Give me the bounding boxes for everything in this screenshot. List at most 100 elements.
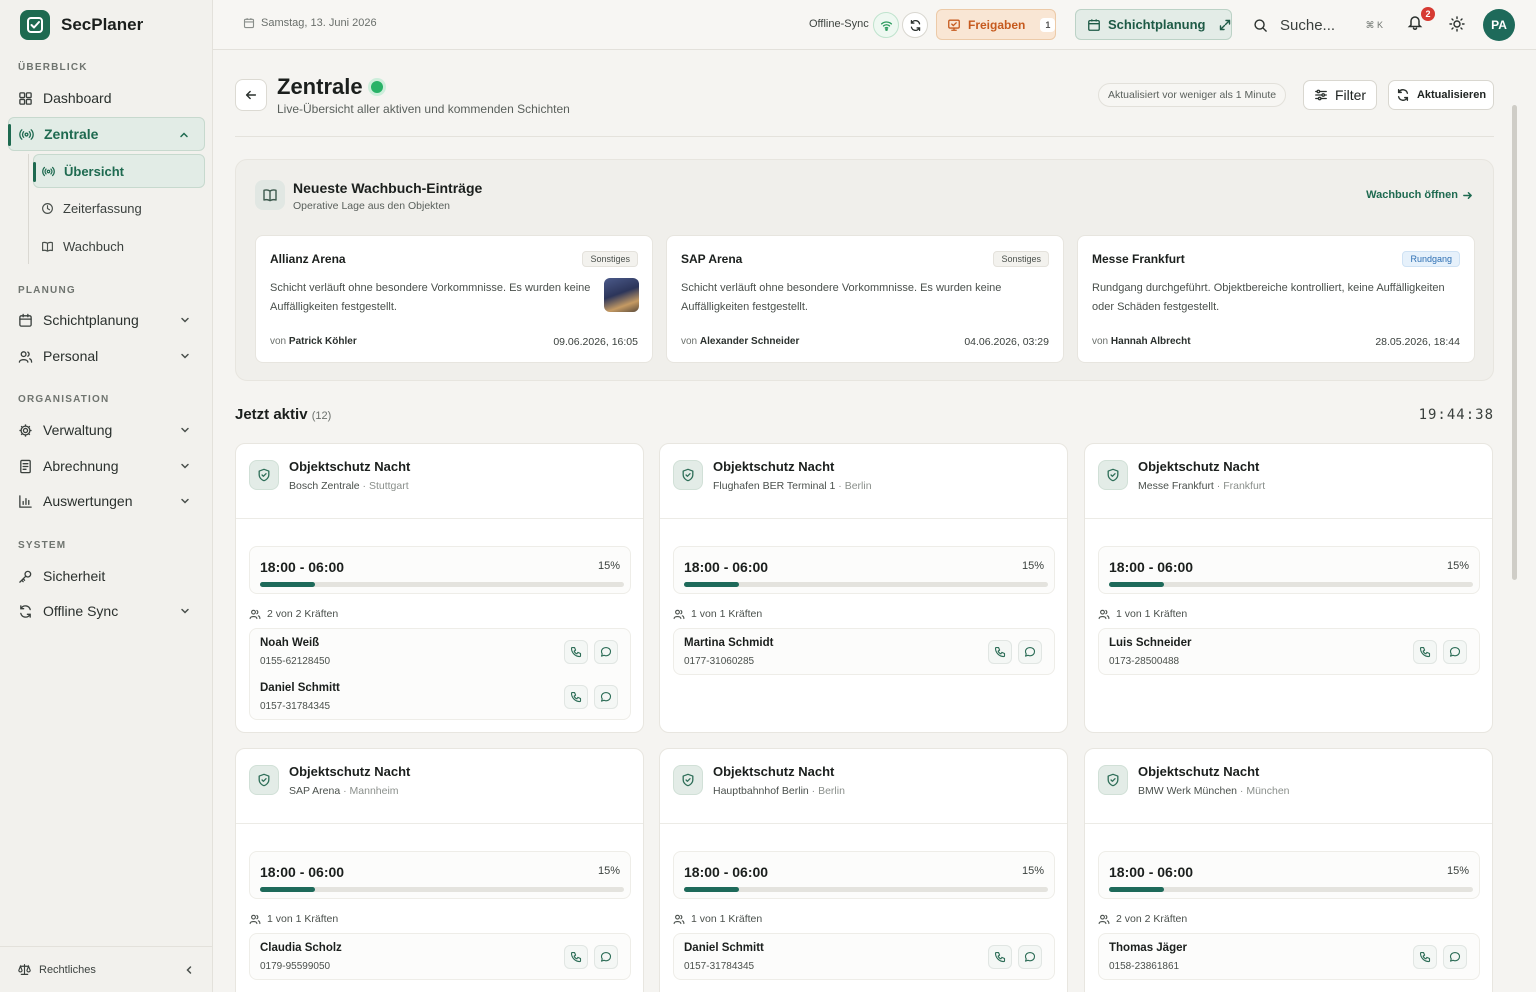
avatar[interactable]: PA <box>1483 9 1515 41</box>
wachbuch-link-label: Wachbuch öffnen <box>1366 189 1458 201</box>
sidebar-item-label: Offline Sync <box>43 603 119 619</box>
call-button[interactable] <box>988 945 1012 969</box>
wifi-status-button[interactable] <box>873 12 899 38</box>
users-icon <box>673 608 685 620</box>
sidebar: SecPlaner ÜBERBLICK Dashboard Zentrale Ü… <box>0 0 213 992</box>
phone-icon <box>1419 646 1431 658</box>
shift-card[interactable]: Objektschutz Nacht Messe Frankfurt · Fra… <box>1084 443 1493 733</box>
entry-date: 04.06.2026, 03:29 <box>964 336 1049 348</box>
broadcast-icon <box>19 127 34 142</box>
shift-progress-track <box>684 887 1048 892</box>
sync-icon <box>18 604 33 619</box>
filter-button[interactable]: Filter <box>1303 80 1377 110</box>
staff-phone: 0173-28500488 <box>1109 656 1180 667</box>
staff-name: Claudia Scholz <box>260 942 342 954</box>
shift-name: Objektschutz Nacht <box>289 764 411 779</box>
freigaben-button[interactable]: Freigaben 1 <box>936 9 1056 40</box>
sidebar-item-dashboard[interactable]: Dashboard <box>8 81 205 115</box>
chevron-down-icon <box>179 314 191 326</box>
shift-header: Objektschutz Nacht Bosch Zentrale · Stut… <box>236 444 643 519</box>
message-button[interactable] <box>594 685 618 709</box>
sidebar-item-verwaltung[interactable]: Verwaltung <box>8 413 205 447</box>
back-button[interactable] <box>235 79 267 111</box>
staff-count: 1 von 1 Kräften <box>249 913 338 925</box>
staff-name: Martina Schmidt <box>684 637 774 649</box>
staff-list: Martina Schmidt 0177-31060285 <box>673 628 1055 675</box>
sidebar-item-label: Schichtplanung <box>43 312 139 328</box>
shift-progress-fill <box>260 887 315 892</box>
shift-card[interactable]: Objektschutz Nacht Flughafen BER Termina… <box>659 443 1068 733</box>
shift-card[interactable]: Objektschutz Nacht Bosch Zentrale · Stut… <box>235 443 644 733</box>
staff-row: Noah Weiß 0155-62128450 <box>250 629 630 674</box>
call-button[interactable] <box>564 685 588 709</box>
message-button[interactable] <box>594 945 618 969</box>
phone-icon <box>570 646 582 658</box>
active-shifts-title: Jetzt aktiv (12) <box>235 406 331 423</box>
call-button[interactable] <box>1413 640 1437 664</box>
sidebar-item-abrechnung[interactable]: Abrechnung <box>8 449 205 483</box>
message-button[interactable] <box>1018 640 1042 664</box>
sync-button[interactable] <box>902 12 928 38</box>
staff-count-text: 1 von 1 Kräften <box>267 913 339 925</box>
schichtplanung-button[interactable]: Schichtplanung <box>1075 9 1232 40</box>
shift-location: Hauptbahnhof Berlin · Berlin <box>713 785 845 797</box>
refresh-button[interactable]: Aktualisieren <box>1388 80 1494 110</box>
shift-card[interactable]: Objektschutz Nacht Hauptbahnhof Berlin ·… <box>659 748 1068 992</box>
sidebar-subitem-zeiterfassung[interactable]: Zeiterfassung <box>33 191 205 225</box>
shift-time: 18:00 - 06:00 <box>1109 864 1194 880</box>
shift-name: Objektschutz Nacht <box>1138 764 1260 779</box>
wachbuch-entry[interactable]: SAP Arena Sonstiges Schicht verläuft ohn… <box>666 235 1064 363</box>
search-input[interactable]: Suche... ⌘ K <box>1249 12 1389 38</box>
wachbuch-open-link[interactable]: Wachbuch öffnen <box>1366 189 1473 201</box>
shift-city: · Berlin <box>808 785 845 797</box>
sidebar-item-sicherheit[interactable]: Sicherheit <box>8 559 205 593</box>
call-button[interactable] <box>988 640 1012 664</box>
collapse-sidebar-icon[interactable] <box>183 964 195 976</box>
message-button[interactable] <box>1443 640 1467 664</box>
message-button[interactable] <box>1443 945 1467 969</box>
chevron-down-icon <box>179 605 191 617</box>
filter-icon <box>1314 88 1328 102</box>
shift-city: · Berlin <box>835 480 872 492</box>
sidebar-item-auswertungen[interactable]: Auswertungen <box>8 484 205 518</box>
sidebar-item-personal[interactable]: Personal <box>8 339 205 373</box>
shift-progress-fill <box>684 887 739 892</box>
shift-object: SAP Arena <box>289 785 341 797</box>
wachbuch-title: Neueste Wachbuch-Einträge <box>293 180 483 196</box>
legal-link[interactable]: Rechtliches <box>39 964 96 976</box>
call-button[interactable] <box>564 640 588 664</box>
notifications-badge: 2 <box>1421 7 1435 21</box>
wachbuch-entry[interactable]: Allianz Arena Sonstiges Schicht verläuft… <box>255 235 653 363</box>
shift-location: SAP Arena · Mannheim <box>289 785 399 797</box>
sidebar-subitem-wachbuch[interactable]: Wachbuch <box>33 229 205 263</box>
users-icon <box>249 608 261 620</box>
message-button[interactable] <box>1018 945 1042 969</box>
sidebar-item-zentrale[interactable]: Zentrale <box>8 117 205 151</box>
entry-text: Schicht verläuft ohne besondere Vorkommn… <box>681 282 1002 313</box>
page-title: Zentrale <box>277 74 383 100</box>
staff-name: Noah Weiß <box>260 637 320 649</box>
message-icon <box>600 691 612 703</box>
refresh-icon <box>1396 88 1410 102</box>
shift-time-box: 18:00 - 06:00 15% <box>249 546 631 594</box>
staff-name: Daniel Schmitt <box>684 942 764 954</box>
sidebar-subitem-uebersicht[interactable]: Übersicht <box>33 154 205 188</box>
entry-thumbnail[interactable] <box>604 278 639 312</box>
shift-card[interactable]: Objektschutz Nacht SAP Arena · Mannheim … <box>235 748 644 992</box>
scrollbar[interactable] <box>1512 105 1517 580</box>
call-button[interactable] <box>564 945 588 969</box>
shift-card[interactable]: Objektschutz Nacht BMW Werk München · Mü… <box>1084 748 1493 992</box>
staff-list: Claudia Scholz 0179-95599050 <box>249 933 631 980</box>
shift-progress-label: 15% <box>1446 560 1469 572</box>
entry-from-prefix: von <box>681 336 698 347</box>
sidebar-item-schichtplanung[interactable]: Schichtplanung <box>8 303 205 337</box>
sun-icon[interactable] <box>1449 16 1465 32</box>
sidebar-item-label: Sicherheit <box>43 568 106 584</box>
shift-time-box: 18:00 - 06:00 15% <box>1098 546 1480 594</box>
brand[interactable]: SecPlaner <box>20 10 143 40</box>
call-button[interactable] <box>1413 945 1437 969</box>
sidebar-item-offline-sync[interactable]: Offline Sync <box>8 594 205 628</box>
message-button[interactable] <box>594 640 618 664</box>
wachbuch-entry[interactable]: Messe Frankfurt Rundgang Rundgang durchg… <box>1077 235 1475 363</box>
section-system: SYSTEM <box>18 540 67 551</box>
